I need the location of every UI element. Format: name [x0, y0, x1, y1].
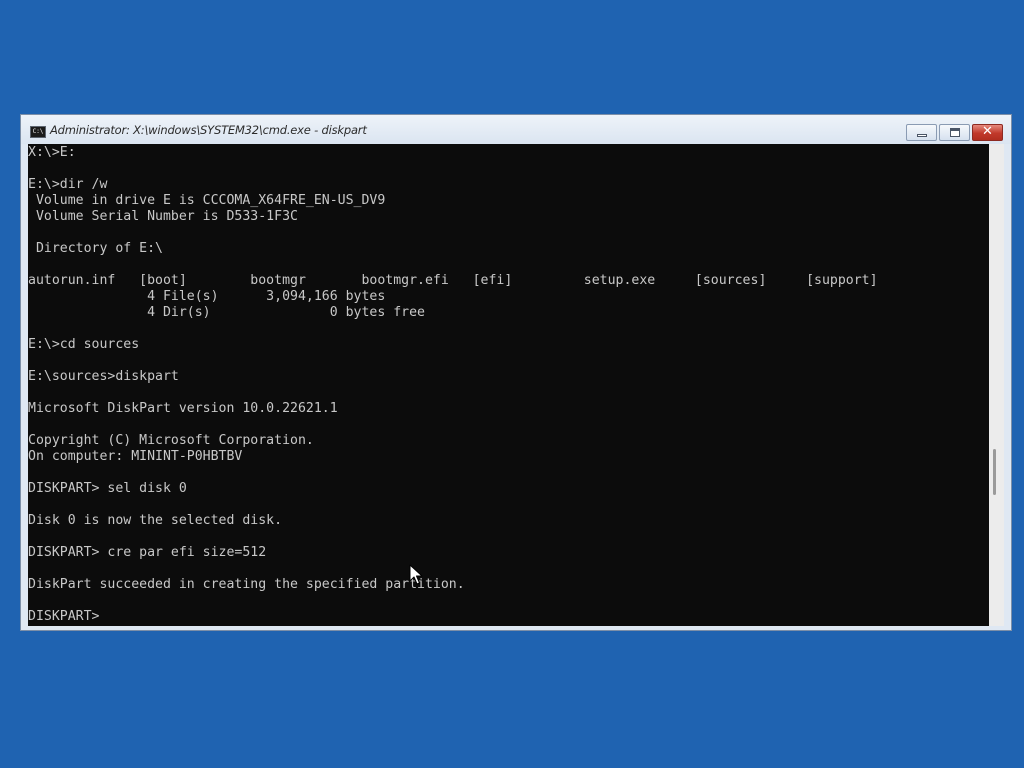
console-line: Copyright (C) Microsoft Corporation.: [28, 433, 314, 448]
console-line: DISKPART> cre par efi size=512: [28, 545, 267, 560]
scrollbar-thumb[interactable]: [993, 449, 996, 495]
console-line: E:\sources>diskpart: [28, 369, 179, 384]
console-line: Disk 0 is now the selected disk.: [28, 513, 283, 528]
maximize-button[interactable]: [939, 124, 970, 141]
minimize-button[interactable]: [906, 124, 937, 141]
caption-buttons: ✕: [906, 124, 1003, 142]
console-line: Directory of E:\: [28, 241, 163, 256]
window-title: Administrator: X:\windows\SYSTEM32\cmd.e…: [50, 123, 367, 137]
close-icon: ✕: [982, 124, 993, 139]
desktop-background: C:\ Administrator: X:\windows\SYSTEM32\c…: [0, 0, 1024, 768]
console-line: X:\>E:: [28, 145, 76, 160]
console-line: E:\>dir /w: [28, 177, 108, 192]
console-line: Volume in drive E is CCCOMA_X64FRE_EN-US…: [28, 193, 386, 208]
console-output[interactable]: X:\>E: E:\>dir /w Volume in drive E is CC…: [28, 144, 989, 626]
title-bar[interactable]: C:\ Administrator: X:\windows\SYSTEM32\c…: [21, 115, 1011, 144]
console-lines: X:\>E: E:\>dir /w Volume in drive E is CC…: [28, 145, 878, 625]
close-button[interactable]: ✕: [972, 124, 1003, 141]
console-line: E:\>cd sources: [28, 337, 140, 352]
console-line: Microsoft DiskPart version 10.0.22621.1: [28, 401, 338, 416]
maximize-icon: [950, 128, 960, 137]
mouse-pointer-icon: [409, 564, 423, 585]
minimize-icon: [917, 134, 927, 137]
console-line: On computer: MININT-P0HBTBV: [28, 449, 243, 464]
console-line: Volume Serial Number is D533-1F3C: [28, 209, 298, 224]
console-line: DiskPart succeeded in creating the speci…: [28, 577, 465, 592]
cmd-icon[interactable]: C:\: [30, 126, 46, 138]
console-line: DISKPART>: [28, 609, 108, 624]
cmd-window[interactable]: C:\ Administrator: X:\windows\SYSTEM32\c…: [20, 114, 1012, 631]
console-line: autorun.inf [boot] bootmgr bootmgr.efi […: [28, 273, 878, 288]
console-line: 4 Dir(s) 0 bytes free: [28, 305, 425, 320]
console-line: DISKPART> sel disk 0: [28, 481, 187, 496]
console-line: 4 File(s) 3,094,166 bytes: [28, 289, 386, 304]
vertical-scrollbar[interactable]: [989, 144, 1004, 626]
